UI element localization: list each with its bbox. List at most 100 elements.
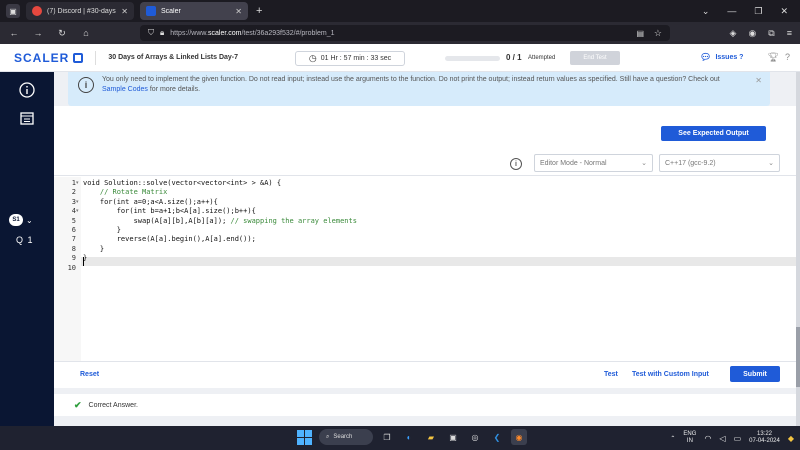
logo-mark-icon <box>73 52 84 63</box>
app-header: SCALER 30 Days of Arrays & Linked Lists … <box>0 44 800 72</box>
code-line[interactable]: // Rotate Matrix <box>83 188 167 196</box>
clock[interactable]: 13:22 07-04-2024 <box>749 431 780 445</box>
main-panel: i You only need to implement the given f… <box>54 72 800 426</box>
file-explorer-icon[interactable]: ▰ <box>423 429 439 445</box>
line-number: 3 <box>71 197 76 206</box>
editor-actions: Reset Test Test with Custom Input Submit <box>54 361 800 388</box>
reset-button[interactable]: Reset <box>80 371 99 378</box>
lock-icon[interactable]: 🔒︎ <box>160 28 164 38</box>
account-icon[interactable]: ◉ <box>748 28 756 39</box>
line-number: 9 <box>71 254 76 263</box>
bookmark-star-icon[interactable]: ☆ <box>654 28 662 39</box>
scaler-logo[interactable]: SCALER <box>14 50 84 65</box>
info-rail-button[interactable] <box>13 76 41 104</box>
edge-icon[interactable]: ◐ <box>401 429 417 445</box>
fold-arrow-icon[interactable]: ▾ <box>76 199 79 205</box>
see-expected-output-button[interactable]: See Expected Output <box>661 126 766 141</box>
attempt-count: 0 / 1 <box>506 53 522 62</box>
question-sidebar: S1 ⌄ Q 1 <box>0 72 54 426</box>
editor-mode-value: Editor Mode - Normal <box>540 159 607 167</box>
dell-icon[interactable]: ◎ <box>467 429 483 445</box>
search-label: Search <box>333 434 353 440</box>
wifi-icon[interactable]: ◠ <box>704 434 711 443</box>
back-icon[interactable]: ← <box>4 28 24 38</box>
reload-icon[interactable]: ↻ <box>52 28 72 39</box>
close-banner-icon[interactable]: ✕ <box>755 76 762 85</box>
trophy-icon[interactable]: 🏆︎ <box>768 52 779 63</box>
reader-view-icon[interactable]: ▤ <box>636 29 644 38</box>
battery-icon[interactable]: ▭ <box>734 434 742 443</box>
code-line[interactable]: swap(A[a][b],A[b][a]); // swapping the a… <box>83 217 357 225</box>
tab-discord[interactable]: (7) Discord | #30-days-of-array ✕ <box>26 2 134 20</box>
test-custom-input-button[interactable]: Test with Custom Input <box>632 371 709 378</box>
minimize-icon[interactable]: — <box>727 6 736 16</box>
page-scrollbar[interactable] <box>796 72 800 426</box>
code-line[interactable]: reverse(A[a].begin(),A[a].end()); <box>83 235 256 243</box>
sample-codes-link[interactable]: Sample Codes <box>102 86 148 93</box>
scrollbar-thumb[interactable] <box>796 327 800 387</box>
browser-tab-strip: ▣ (7) Discord | #30-days-of-array ✕ Scal… <box>0 0 800 22</box>
code-line[interactable]: for(int a=0;a<A.size();a++){ <box>83 198 218 206</box>
task-view-icon[interactable]: ❐ <box>379 429 395 445</box>
taskbar-search[interactable]: ⌕ Search <box>319 429 373 445</box>
code-line[interactable]: } <box>83 226 121 234</box>
issues-button[interactable]: 💬︎ Issues ? <box>700 52 743 63</box>
line-number: 6 <box>71 226 76 234</box>
result-text: Correct Answer. <box>88 401 138 409</box>
chevron-up-icon[interactable]: ⌃ <box>670 435 675 442</box>
notes-rail-button[interactable] <box>13 104 41 132</box>
instructions-text: You only need to implement the given fun… <box>102 76 720 93</box>
line-number: 5 <box>71 216 76 225</box>
code-line[interactable]: } <box>83 245 104 253</box>
volume-icon[interactable]: ◁ <box>719 434 725 443</box>
language-indicator[interactable]: ENG IN <box>683 431 696 445</box>
section-badge: S1 <box>9 214 23 226</box>
info-icon <box>19 82 35 98</box>
close-window-icon[interactable]: ✕ <box>780 6 788 17</box>
chevron-down-icon: ⌄ <box>26 215 33 225</box>
section-selector[interactable]: S1 ⌄ <box>9 214 33 226</box>
restore-icon[interactable]: ❐ <box>754 6 762 17</box>
address-bar[interactable]: ⛉ 🔒︎ https://www.scaler.com/test/36a293f… <box>140 25 670 41</box>
url-text[interactable]: https://www.scaler.com/test/36a293f532/#… <box>170 30 334 37</box>
submit-button[interactable]: Submit <box>730 366 780 382</box>
help-circle-icon[interactable]: ? <box>785 52 790 63</box>
fold-arrow-icon[interactable]: ▾ <box>76 180 79 186</box>
language-select[interactable]: C++17 (gcc-9.2) ⌄ <box>659 154 780 172</box>
firefox-view-button[interactable]: ▣ <box>6 4 20 18</box>
tab-scaler[interactable]: Scaler ✕ <box>140 2 248 20</box>
notification-icon[interactable]: ◆ <box>788 434 794 443</box>
firefox-icon[interactable]: ◉ <box>511 429 527 445</box>
menu-icon[interactable]: ≡ <box>787 28 792 38</box>
fold-arrow-icon[interactable]: ▾ <box>76 208 79 214</box>
end-test-button[interactable]: End Test <box>570 51 620 65</box>
code-line[interactable]: void Solution::solve(vector<vector<int> … <box>83 179 281 187</box>
language-value: C++17 (gcc-9.2) <box>665 159 716 167</box>
store-icon[interactable]: ▣ <box>445 429 461 445</box>
discord-favicon-icon <box>32 6 42 16</box>
windows-taskbar: ⌕ Search ❐ ◐ ▰ ▣ ◎ ❮ ◉ ⌃ ENG IN ◠ ◁ ▭ 13:… <box>0 426 800 450</box>
pocket-icon[interactable]: ◈ <box>730 28 737 39</box>
windows-start-icon[interactable] <box>295 428 313 446</box>
home-icon[interactable]: ⌂ <box>76 28 96 38</box>
code-line[interactable]: for(int b=a+1;b<A[a].size();b++){ <box>83 207 256 215</box>
close-tab-icon[interactable]: ✕ <box>121 7 128 16</box>
new-tab-icon[interactable]: + <box>256 5 262 17</box>
code-editor[interactable]: 1 ▾ void Solution::solve(vector<vector<int… <box>54 177 800 361</box>
close-tab-icon[interactable]: ✕ <box>235 7 242 16</box>
line-number: 1 <box>71 179 76 187</box>
active-line-highlight <box>81 257 800 266</box>
question-item[interactable]: Q 1 <box>16 235 34 245</box>
list-tabs-icon[interactable]: ⌄ <box>702 6 710 17</box>
result-panel: ✔ Correct Answer. <box>54 394 800 416</box>
navigation-bar: ← → ↻ ⌂ ⛉ 🔒︎ https://www.scaler.com/test… <box>0 22 800 44</box>
forward-icon[interactable]: → <box>28 28 48 38</box>
vscode-icon[interactable]: ❮ <box>489 429 505 445</box>
editor-toolbar: i Editor Mode - Normal ⌄ C++17 (gcc-9.2)… <box>54 152 800 176</box>
test-button[interactable]: Test <box>604 371 618 378</box>
logo-text: SCALER <box>14 50 70 65</box>
shield-icon[interactable]: ⛉ <box>148 28 154 38</box>
editor-mode-select[interactable]: Editor Mode - Normal ⌄ <box>534 154 653 172</box>
extensions-icon[interactable]: ⧉ <box>768 28 774 39</box>
editor-info-icon[interactable]: i <box>510 158 522 170</box>
